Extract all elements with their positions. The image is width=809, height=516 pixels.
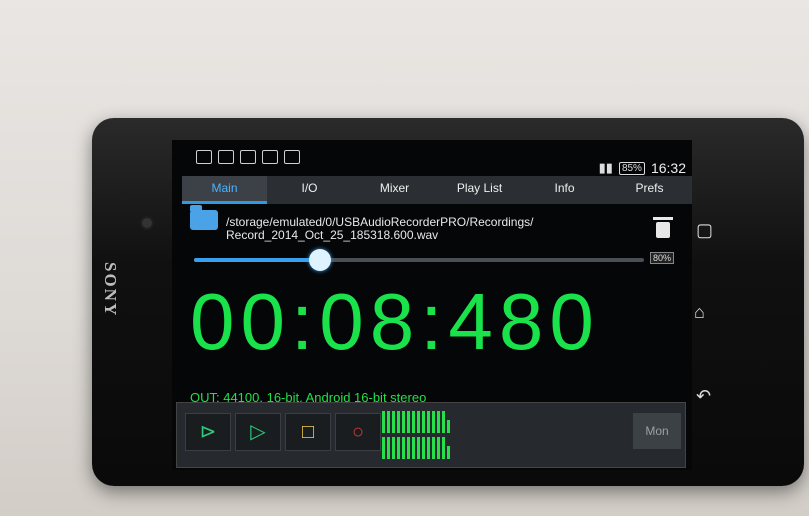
meter-bar	[432, 411, 435, 433]
level-meter	[382, 411, 452, 463]
meter-bar	[417, 437, 420, 459]
notification-icons	[196, 150, 300, 164]
signal-icon: ▮▮	[598, 160, 613, 175]
meter-bar	[447, 419, 450, 433]
notification-icon	[218, 150, 234, 164]
status-right: ▮▮ 85% 16:32	[599, 160, 686, 176]
meter-bar	[447, 445, 450, 459]
meter-bar	[382, 411, 385, 433]
transport-controls: ⊳ ▷ □ ○ Mon	[176, 402, 686, 468]
meter-bar	[382, 437, 385, 459]
app-screen: ▮▮ 85% 16:32 Main I/O Mixer Play List In…	[172, 140, 692, 470]
tab-info[interactable]: Info	[522, 176, 607, 204]
play-button[interactable]: ▷	[235, 413, 281, 451]
record-button[interactable]: ○	[335, 413, 381, 451]
meter-bar	[427, 437, 430, 459]
play-from-start-icon: ⊳	[199, 421, 217, 443]
meter-bar	[422, 411, 425, 433]
meter-bar	[407, 411, 410, 433]
storage-indicator: 80%	[650, 252, 675, 264]
meter-bar	[407, 437, 410, 459]
meter-bar	[412, 411, 415, 433]
seek-slider-thumb[interactable]	[309, 249, 331, 271]
tab-io[interactable]: I/O	[267, 176, 352, 204]
tab-bar: Main I/O Mixer Play List Info Prefs	[182, 176, 692, 204]
meter-bar	[422, 437, 425, 459]
tab-main[interactable]: Main	[182, 176, 267, 204]
monitor-button[interactable]: Mon	[633, 413, 681, 449]
meter-bar	[392, 411, 395, 433]
trash-icon[interactable]	[653, 217, 673, 238]
back-icon[interactable]: ↶	[696, 386, 711, 407]
recent-apps-icon[interactable]: ▢	[696, 220, 713, 241]
tab-prefs[interactable]: Prefs	[607, 176, 692, 204]
notification-icon	[196, 150, 212, 164]
meter-bar	[402, 437, 405, 459]
tab-play-list[interactable]: Play List	[437, 176, 522, 204]
meter-bar	[432, 437, 435, 459]
notification-icon	[284, 150, 300, 164]
meter-bar	[442, 437, 445, 459]
camera-icon	[140, 216, 154, 230]
meter-bar	[392, 437, 395, 459]
meter-bar	[387, 411, 390, 433]
play-icon: ▷	[250, 421, 266, 443]
meter-bar	[387, 437, 390, 459]
seek-slider-fill	[194, 258, 320, 262]
meter-bar	[437, 437, 440, 459]
notification-icon	[240, 150, 256, 164]
tab-mixer[interactable]: Mixer	[352, 176, 437, 204]
status-bar: ▮▮ 85% 16:32	[172, 140, 692, 176]
file-path-name: Record_2014_Oct_25_185318.600.wav	[226, 228, 439, 242]
meter-bar	[397, 437, 400, 459]
elapsed-timer: 00:08:480	[190, 277, 600, 366]
meter-bar	[417, 411, 420, 433]
stop-icon: □	[301, 421, 315, 443]
home-icon[interactable]: ⌂	[694, 302, 705, 323]
notification-icon	[262, 150, 278, 164]
battery-indicator: 85%	[618, 161, 645, 175]
meter-bar	[442, 411, 445, 433]
file-path: /storage/emulated/0/USBAudioRecorderPRO/…	[226, 216, 646, 242]
meter-bar	[402, 411, 405, 433]
meter-bar	[397, 411, 400, 433]
clock: 16:32	[650, 160, 686, 176]
meter-bar	[427, 411, 430, 433]
record-icon: ○	[351, 421, 365, 443]
meter-bar	[437, 411, 440, 433]
seek-slider[interactable]	[194, 249, 644, 271]
play-from-start-button[interactable]: ⊳	[185, 413, 231, 451]
meter-bar	[412, 437, 415, 459]
folder-icon[interactable]	[190, 205, 218, 230]
brand-logo: SONY	[101, 262, 120, 318]
stop-button[interactable]: □	[285, 413, 331, 451]
